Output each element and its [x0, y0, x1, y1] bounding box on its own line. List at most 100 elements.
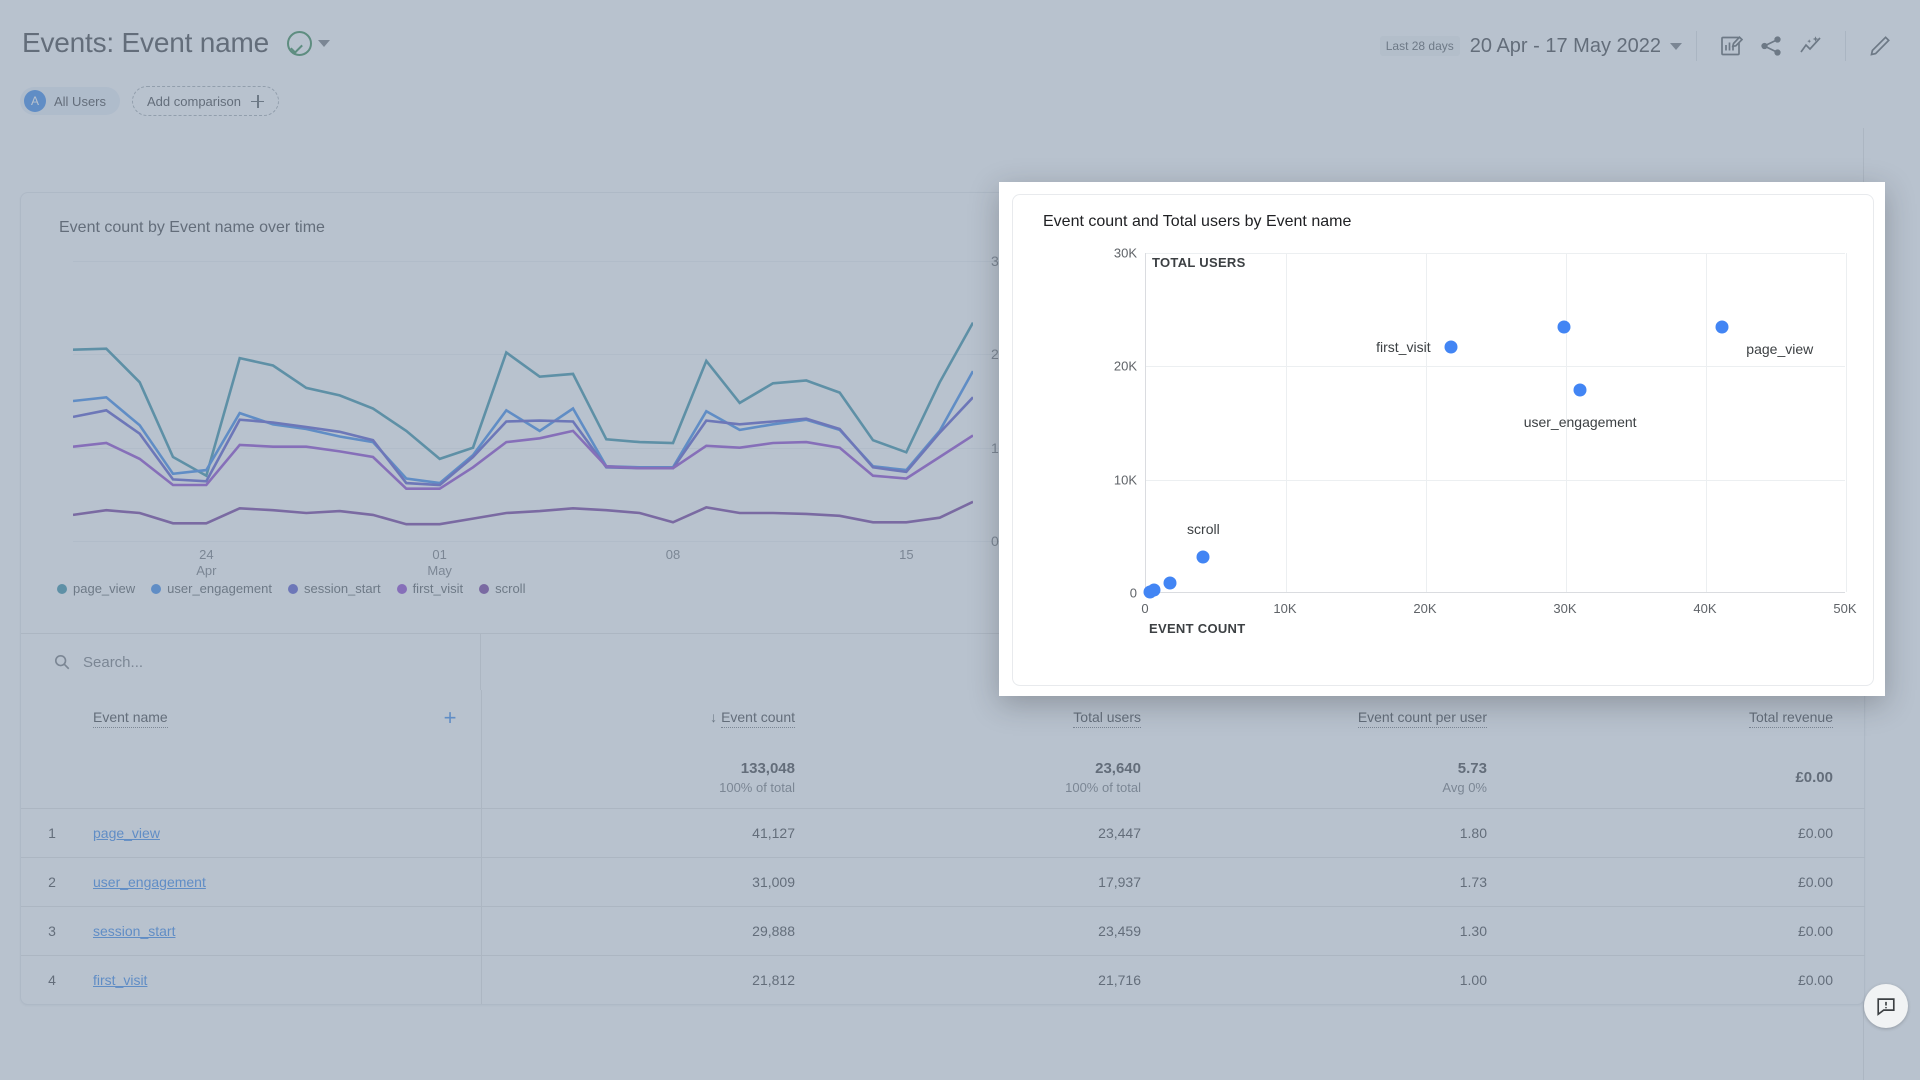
segment-chip-all-users[interactable]: A All Users — [20, 87, 121, 115]
scatter-point-session_start[interactable] — [1557, 320, 1571, 334]
legend-item-session_start[interactable]: session_start — [287, 581, 381, 596]
legend-item-first_visit[interactable]: first_visit — [396, 581, 464, 596]
legend-item-scroll[interactable]: scroll — [479, 581, 525, 596]
scatter-plot-area: TOTAL USERS page_view user_engagement firs… — [1143, 253, 1847, 599]
totals-index-cell — [21, 746, 83, 809]
scatter-point[interactable] — [1163, 576, 1177, 590]
chevron-down-icon[interactable] — [317, 39, 330, 47]
event-name-link[interactable]: session_start — [93, 923, 175, 939]
share-icon[interactable] — [1751, 26, 1791, 66]
legend-item-page_view[interactable]: page_view — [57, 581, 135, 596]
row-dimension: page_view — [83, 808, 482, 858]
scatter-y-tick: 30K — [1113, 245, 1137, 261]
arrow-down-icon: ↓ — [710, 708, 718, 725]
row-event-count-per-user: 1.73 — [1173, 857, 1519, 907]
row-dimension: session_start — [83, 906, 482, 956]
event-name-link[interactable]: page_view — [93, 825, 160, 841]
scatter-y-tick: 0 — [1129, 585, 1137, 601]
date-preset-badge: Last 28 days — [1379, 36, 1460, 56]
row-event-count-per-user: 1.00 — [1173, 955, 1519, 1004]
line-series-page_view — [73, 323, 973, 476]
customize-pencil-icon[interactable] — [1860, 26, 1900, 66]
totals-value: 5.73 — [1457, 759, 1487, 777]
gridline — [1146, 366, 1845, 368]
row-event-count-per-user: 1.30 — [1173, 906, 1519, 956]
gridline — [1146, 253, 1845, 254]
add-comparison-button[interactable]: Add comparison — [132, 86, 279, 116]
totals-subtext: Avg 0% — [1442, 779, 1487, 795]
scatter-chart-title: Event count and Total users by Event nam… — [1043, 213, 1352, 230]
add-comparison-label: Add comparison — [147, 93, 241, 109]
scatter-chart[interactable]: TOTAL USERS page_view user_engagement firs… — [1081, 246, 1857, 637]
date-range-label[interactable]: 20 Apr - 17 May 2022 — [1470, 35, 1661, 58]
line-series-user_engagement — [73, 371, 973, 483]
scatter-x-tick: 0 — [1141, 601, 1149, 616]
totals-metric-cell: 23,640 100% of total — [827, 746, 1173, 809]
header-total-users[interactable]: Total users — [827, 690, 1173, 746]
search-input[interactable]: Search... — [21, 634, 481, 690]
scatter-point-label: page_view — [1746, 341, 1814, 358]
divider — [1696, 31, 1697, 61]
segment-chip-label: All Users — [54, 93, 107, 109]
gridline — [73, 541, 1039, 542]
totals-value: 23,640 — [1095, 759, 1141, 777]
line-chart-legend[interactable]: page_view user_engagement session_start fir… — [57, 581, 525, 596]
scatter-y-axis-label: TOTAL USERS — [1152, 255, 1246, 270]
event-name-link[interactable]: first_visit — [93, 972, 147, 988]
totals-subtext: 100% of total — [1065, 779, 1141, 795]
scatter-point-scroll[interactable] — [1196, 550, 1210, 564]
totals-value: £0.00 — [1795, 768, 1833, 786]
table-row[interactable]: 3 session_start 29,888 23,459 1.30 £0.00 — [21, 906, 1865, 956]
legend-label: scroll — [495, 581, 526, 596]
scatter-card-inner: Event count and Total users by Event nam… — [1012, 194, 1874, 686]
legend-color-dot — [151, 583, 162, 594]
legend-item-user_engagement[interactable]: user_engagement — [151, 581, 272, 596]
legend-color-dot — [396, 583, 407, 594]
scatter-point-first_visit[interactable] — [1444, 340, 1458, 354]
line-chart-x-tick: 15 — [899, 547, 914, 562]
title-row: Events: Event name — [22, 26, 339, 60]
row-event-count: 21,812 — [481, 955, 827, 1004]
divider — [1845, 31, 1846, 61]
totals-subtext: 100% of total — [719, 779, 795, 795]
row-total-users: 17,937 — [827, 857, 1173, 907]
insights-icon[interactable] — [1791, 26, 1831, 66]
table-totals-row: 133,048 100% of total 23,640 100% of total 5… — [21, 746, 1865, 809]
table-row[interactable]: 4 first_visit 21,812 21,716 1.00 £0.00 — [21, 955, 1865, 1004]
feedback-button[interactable] — [1864, 984, 1908, 1028]
row-index: 3 — [21, 906, 83, 956]
report-status-chip[interactable] — [279, 26, 339, 60]
header-total-revenue[interactable]: Total revenue — [1519, 690, 1865, 746]
legend-label: user_engagement — [167, 581, 272, 596]
table-row[interactable]: 2 user_engagement 31,009 17,937 1.73 £0.00 — [21, 857, 1865, 907]
events-table: Event name + ↓ Event count Total users Ev… — [21, 690, 1865, 1004]
scatter-point-page_view[interactable] — [1715, 320, 1729, 334]
line-series-scroll — [73, 502, 973, 524]
header-event-count-per-user[interactable]: Event count per user — [1173, 690, 1519, 746]
row-total-revenue: £0.00 — [1519, 906, 1865, 956]
add-dimension-button[interactable]: + — [444, 707, 457, 729]
legend-color-dot — [479, 583, 490, 594]
edit-chart-icon[interactable] — [1711, 26, 1751, 66]
scatter-x-tick: 20K — [1413, 601, 1437, 616]
search-placeholder: Search... — [83, 653, 144, 671]
avatar: A — [24, 90, 46, 112]
legend-label: first_visit — [412, 581, 464, 596]
totals-metric-cell: 5.73 Avg 0% — [1173, 746, 1519, 809]
header-event-name[interactable]: Event name + — [83, 690, 482, 746]
scatter-point-user_engagement[interactable] — [1573, 383, 1587, 397]
table-row[interactable]: 1 page_view 41,127 23,447 1.80 £0.00 — [21, 808, 1865, 858]
row-event-count-per-user: 1.80 — [1173, 808, 1519, 858]
line-chart-plot — [73, 261, 973, 541]
date-range-chevron-down-icon[interactable] — [1670, 42, 1682, 50]
line-chart-x-tick: 24 Apr — [196, 547, 217, 579]
scatter-point[interactable] — [1143, 585, 1156, 599]
totals-dimension-cell — [83, 746, 482, 809]
scatter-point-label: user_engagement — [1523, 413, 1637, 430]
header-actions: Last 28 days 20 Apr - 17 May 2022 — [1379, 26, 1900, 66]
row-total-revenue: £0.00 — [1519, 955, 1865, 1004]
header-event-count[interactable]: ↓ Event count — [481, 690, 827, 746]
row-index: 4 — [21, 955, 83, 1004]
event-name-link[interactable]: user_engagement — [93, 874, 206, 890]
search-icon — [54, 654, 70, 670]
